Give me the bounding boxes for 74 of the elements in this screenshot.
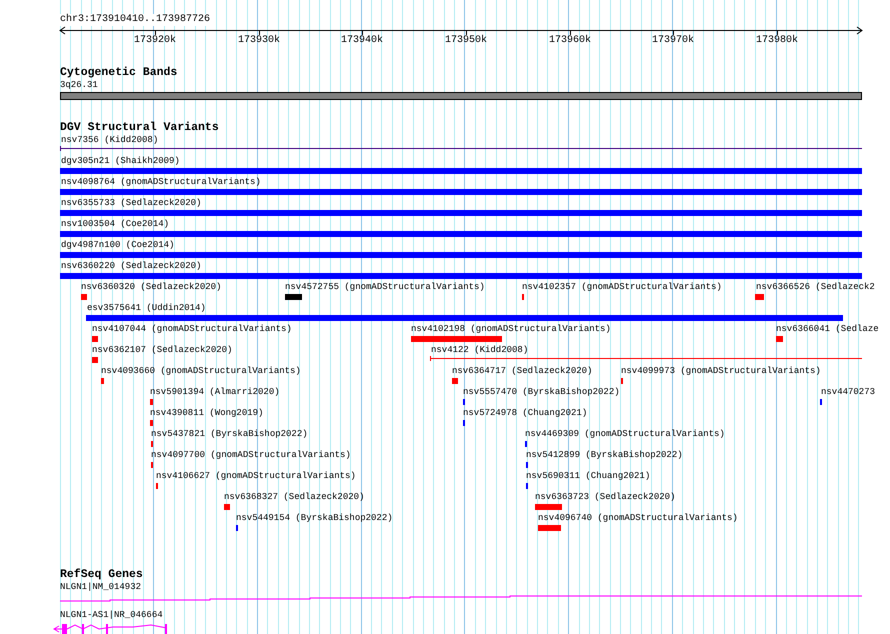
location-text: chr3:173910410..173987726 <box>60 14 210 26</box>
ruler-tick-label: 173970k <box>652 35 694 47</box>
variant-label: dgv4987n100 (Coe2014) <box>61 239 174 251</box>
ruler-tick-label: 173960k <box>549 35 591 47</box>
variant-label: nsv6362107 (Sedlazeck2020) <box>92 344 232 356</box>
variant-bar[interactable] <box>60 273 862 279</box>
variant-bar[interactable] <box>150 420 153 426</box>
variant-label: nsv4572755 (gnomADStructuralVariants) <box>285 281 485 293</box>
gene-structure-drawing[interactable] <box>60 595 862 603</box>
variant-bar[interactable] <box>101 378 104 384</box>
track-title[interactable]: DGV Structural Variants <box>60 121 219 134</box>
variant-bar[interactable] <box>60 252 862 258</box>
track-title[interactable]: Cytogenetic Bands <box>60 67 178 79</box>
variant-label: nsv7356 (Kidd2008) <box>61 134 158 146</box>
ruler-tick-label: 173930k <box>238 35 280 47</box>
variant-label: esv3575641 (Uddin2014) <box>87 302 206 314</box>
variant-bar[interactable] <box>776 336 783 342</box>
variant-label: nsv4122 (Kidd2008) <box>431 344 528 356</box>
variant-bar[interactable] <box>60 168 862 174</box>
variant-bar[interactable] <box>755 294 764 300</box>
variant-label: nsv6366526 (Sedlazeck2 <box>756 281 875 293</box>
variant-label: nsv5690311 (Chuang2021) <box>526 470 650 482</box>
ruler-tick-label: 173950k <box>445 35 487 47</box>
variant-bar[interactable] <box>92 336 98 342</box>
gene-label: NLGN1|NM_014932 <box>60 581 142 593</box>
variant-bar[interactable] <box>538 525 561 531</box>
track-title[interactable]: RefSeq Genes <box>60 569 143 581</box>
variant-bar[interactable] <box>86 315 843 321</box>
variant-label: nsv5437821 (ByrskaBishop2022) <box>151 428 308 440</box>
ruler-tick-label: 173940k <box>341 35 383 47</box>
variant-bar[interactable] <box>285 294 302 300</box>
ruler-tick-label: 173980k <box>756 35 798 47</box>
variant-label: nsv4096740 (gnomADStructuralVariants) <box>538 512 738 524</box>
variant-bar[interactable] <box>60 210 862 216</box>
variant-label: nsv1003504 (Coe2014) <box>61 218 170 230</box>
variant-label: nsv5412899 (ByrskaBishop2022) <box>526 449 683 461</box>
variant-label: nsv4102198 (gnomADStructuralVariants) <box>411 323 611 335</box>
variant-bar[interactable] <box>60 231 862 237</box>
variant-label: nsv6364717 (Sedlazeck2020) <box>452 365 592 377</box>
gene-structure-drawing[interactable] <box>53 623 169 634</box>
variant-label: nsv6360320 (Sedlazeck2020) <box>81 281 222 293</box>
cytoband-bar[interactable] <box>60 92 862 100</box>
variant-bar[interactable] <box>411 336 502 342</box>
variant-label: nsv4470273 <box>821 386 876 398</box>
variant-label: nsv5724978 (Chuang2021) <box>463 407 588 419</box>
variant-bar[interactable] <box>535 504 562 510</box>
variant-label: nsv5449154 (ByrskaBishop2022) <box>236 512 393 524</box>
variant-line[interactable] <box>60 146 862 151</box>
variant-bar[interactable] <box>92 357 98 363</box>
variant-label: nsv4469309 (gnomADStructuralVariants) <box>525 428 725 440</box>
variant-label: nsv4099973 (gnomADStructuralVariants) <box>621 365 821 377</box>
variant-label: nsv4390811 (Wong2019) <box>150 407 264 419</box>
variant-label: dgv305n21 (Shaikh2009) <box>61 155 180 167</box>
variant-bar[interactable] <box>150 399 153 405</box>
variant-label: nsv4098764 (gnomADStructuralVariants) <box>61 176 261 188</box>
variant-bar[interactable] <box>452 378 458 384</box>
band-label: 3q26.31 <box>60 79 98 91</box>
variant-bar[interactable] <box>224 504 230 510</box>
gene-label: NLGN1-AS1|NR_046664 <box>60 609 163 621</box>
variant-label: nsv4102357 (gnomADStructuralVariants) <box>522 281 722 293</box>
variant-label: nsv4093660 (gnomADStructuralVariants) <box>101 365 301 377</box>
variant-label: nsv6368327 (Sedlazeck2020) <box>224 491 364 503</box>
variant-label: nsv6366041 (Sedlaze <box>776 323 879 335</box>
ruler-tick-label: 173920k <box>134 35 176 47</box>
variant-label: nsv6355733 (Sedlazeck2020) <box>61 197 202 209</box>
variant-label: nsv4097700 (gnomADStructuralVariants) <box>151 449 351 461</box>
variant-bar[interactable] <box>60 189 862 195</box>
variant-bar[interactable] <box>81 294 87 300</box>
variant-label: nsv6363723 (Sedlazeck2020) <box>535 491 676 503</box>
variant-label: nsv5901394 (Almarri2020) <box>150 386 280 398</box>
variant-label: nsv4106627 (gnomADStructuralVariants) <box>156 470 356 482</box>
variant-label: nsv5557470 (ByrskaBishop2022) <box>463 386 620 398</box>
variant-label: nsv4107044 (gnomADStructuralVariants) <box>92 323 292 335</box>
variant-label: nsv6360220 (Sedlazeck2020) <box>61 260 202 272</box>
